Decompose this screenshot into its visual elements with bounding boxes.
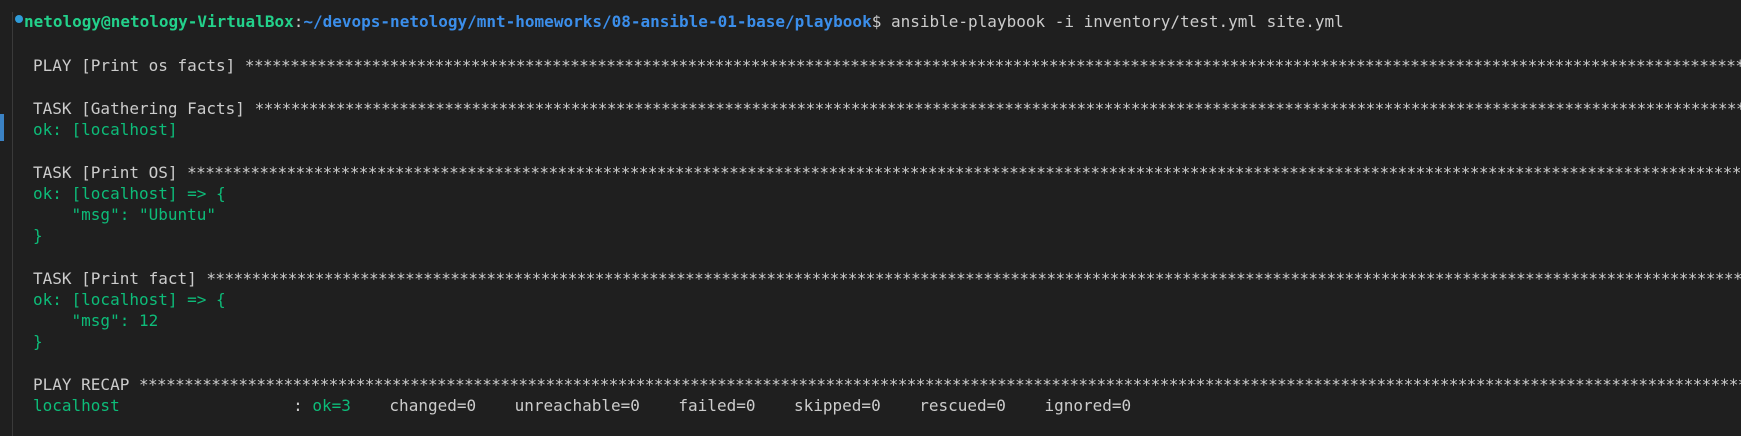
task1-result: ok: [localhost] <box>33 120 178 139</box>
scroll-marker <box>0 114 4 141</box>
terminal-window[interactable]: netology@netology-VirtualBox:~/devops-ne… <box>0 0 1741 436</box>
prompt-user-host: netology@netology-VirtualBox <box>24 12 294 31</box>
task2-result: ok: [localhost] => { <box>33 184 226 203</box>
recap-host-line: localhost : ok=3 changed=0 unreachable=0… <box>33 395 1131 416</box>
play-header-stars: ****************************************… <box>244 56 1741 75</box>
recap-separator: : <box>119 396 313 415</box>
task3-header-stars: ****************************************… <box>206 269 1741 288</box>
task2-close: } <box>33 226 43 245</box>
play-header-text: PLAY [Print os facts] <box>33 56 245 75</box>
task3-result: ok: [localhost] => { <box>33 290 226 309</box>
terminal-gutter <box>12 12 13 436</box>
prompt-separator: : <box>293 12 304 31</box>
recap-stats: changed=0 unreachable=0 failed=0 skipped… <box>350 396 1132 415</box>
task2-header-text: TASK [Print OS] <box>33 163 188 182</box>
recap-header-stars: ****************************************… <box>138 375 1741 394</box>
prompt-command: ansible-playbook -i inventory/test.yml s… <box>881 12 1344 31</box>
recap-ok: ok=3 <box>312 396 351 415</box>
recap-host: localhost <box>33 396 120 415</box>
task3-close: } <box>33 332 43 351</box>
prompt-symbol: $ <box>871 12 882 31</box>
task1-header-stars: ****************************************… <box>254 99 1741 118</box>
task2-msg: "msg": "Ubuntu" <box>33 205 217 224</box>
task2-header-stars: ****************************************… <box>187 163 1741 182</box>
play-recap-header: PLAY RECAP *****************************… <box>33 374 1741 395</box>
command-status-dot-icon[interactable] <box>15 15 23 23</box>
task-print-fact-header: TASK [Print fact] **********************… <box>33 268 1741 289</box>
prompt-path: ~/devops-netology/mnt-homeworks/08-ansib… <box>303 12 872 31</box>
task1-header-text: TASK [Gathering Facts] <box>33 99 255 118</box>
task-gathering-facts-header: TASK [Gathering Facts] *****************… <box>33 98 1741 119</box>
recap-header-text: PLAY RECAP <box>33 375 139 394</box>
task3-header-text: TASK [Print fact] <box>33 269 207 288</box>
task-print-os-header: TASK [Print OS] ************************… <box>33 162 1741 183</box>
play-header-line: PLAY [Print os facts] ******************… <box>33 55 1741 76</box>
command-prompt-line: netology@netology-VirtualBox:~/devops-ne… <box>24 11 1344 32</box>
task3-msg: "msg": 12 <box>33 311 159 330</box>
